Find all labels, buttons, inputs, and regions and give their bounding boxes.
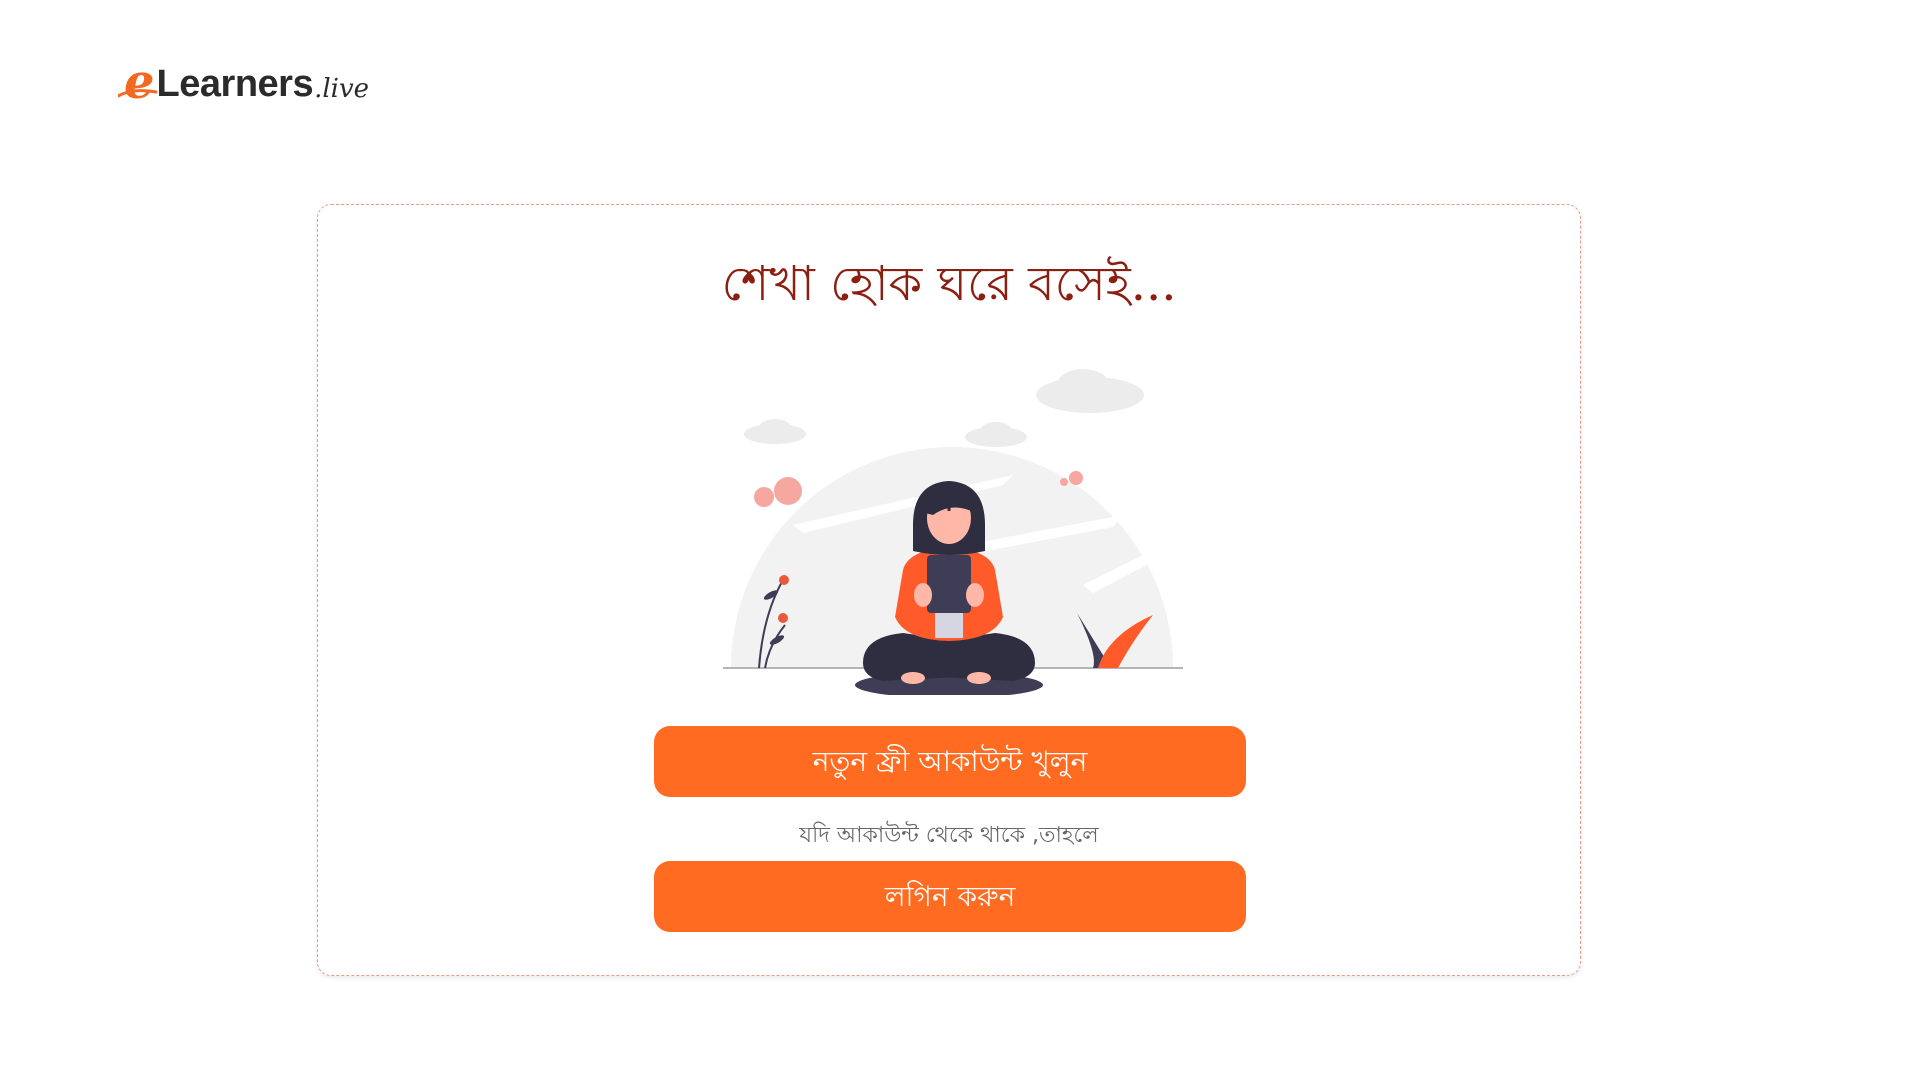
page: e Learners .live শেখা হোক ঘরে বসেই... নত… (0, 0, 1920, 1080)
person-with-phone-illustration-icon (723, 369, 1183, 695)
logo-swoosh-icon (118, 89, 158, 98)
logo-suffix: .live (314, 74, 370, 104)
create-free-account-button[interactable]: নতুন ফ্রী আকাউন্ট খুলুন (654, 726, 1246, 797)
site-logo[interactable]: e Learners .live (118, 54, 370, 106)
login-hint-text: যদি আকাউন্ট থেকে থাকে ,তাহলে (799, 823, 1099, 848)
logo-wordmark: Learners (156, 63, 314, 105)
page-title: শেখা হোক ঘরে বসেই... (721, 256, 1177, 312)
welcome-card: শেখা হোক ঘরে বসেই... নতুন ফ্রী আকাউন্ট খ… (317, 204, 1581, 976)
login-button[interactable]: লগিন করুন (654, 861, 1246, 932)
